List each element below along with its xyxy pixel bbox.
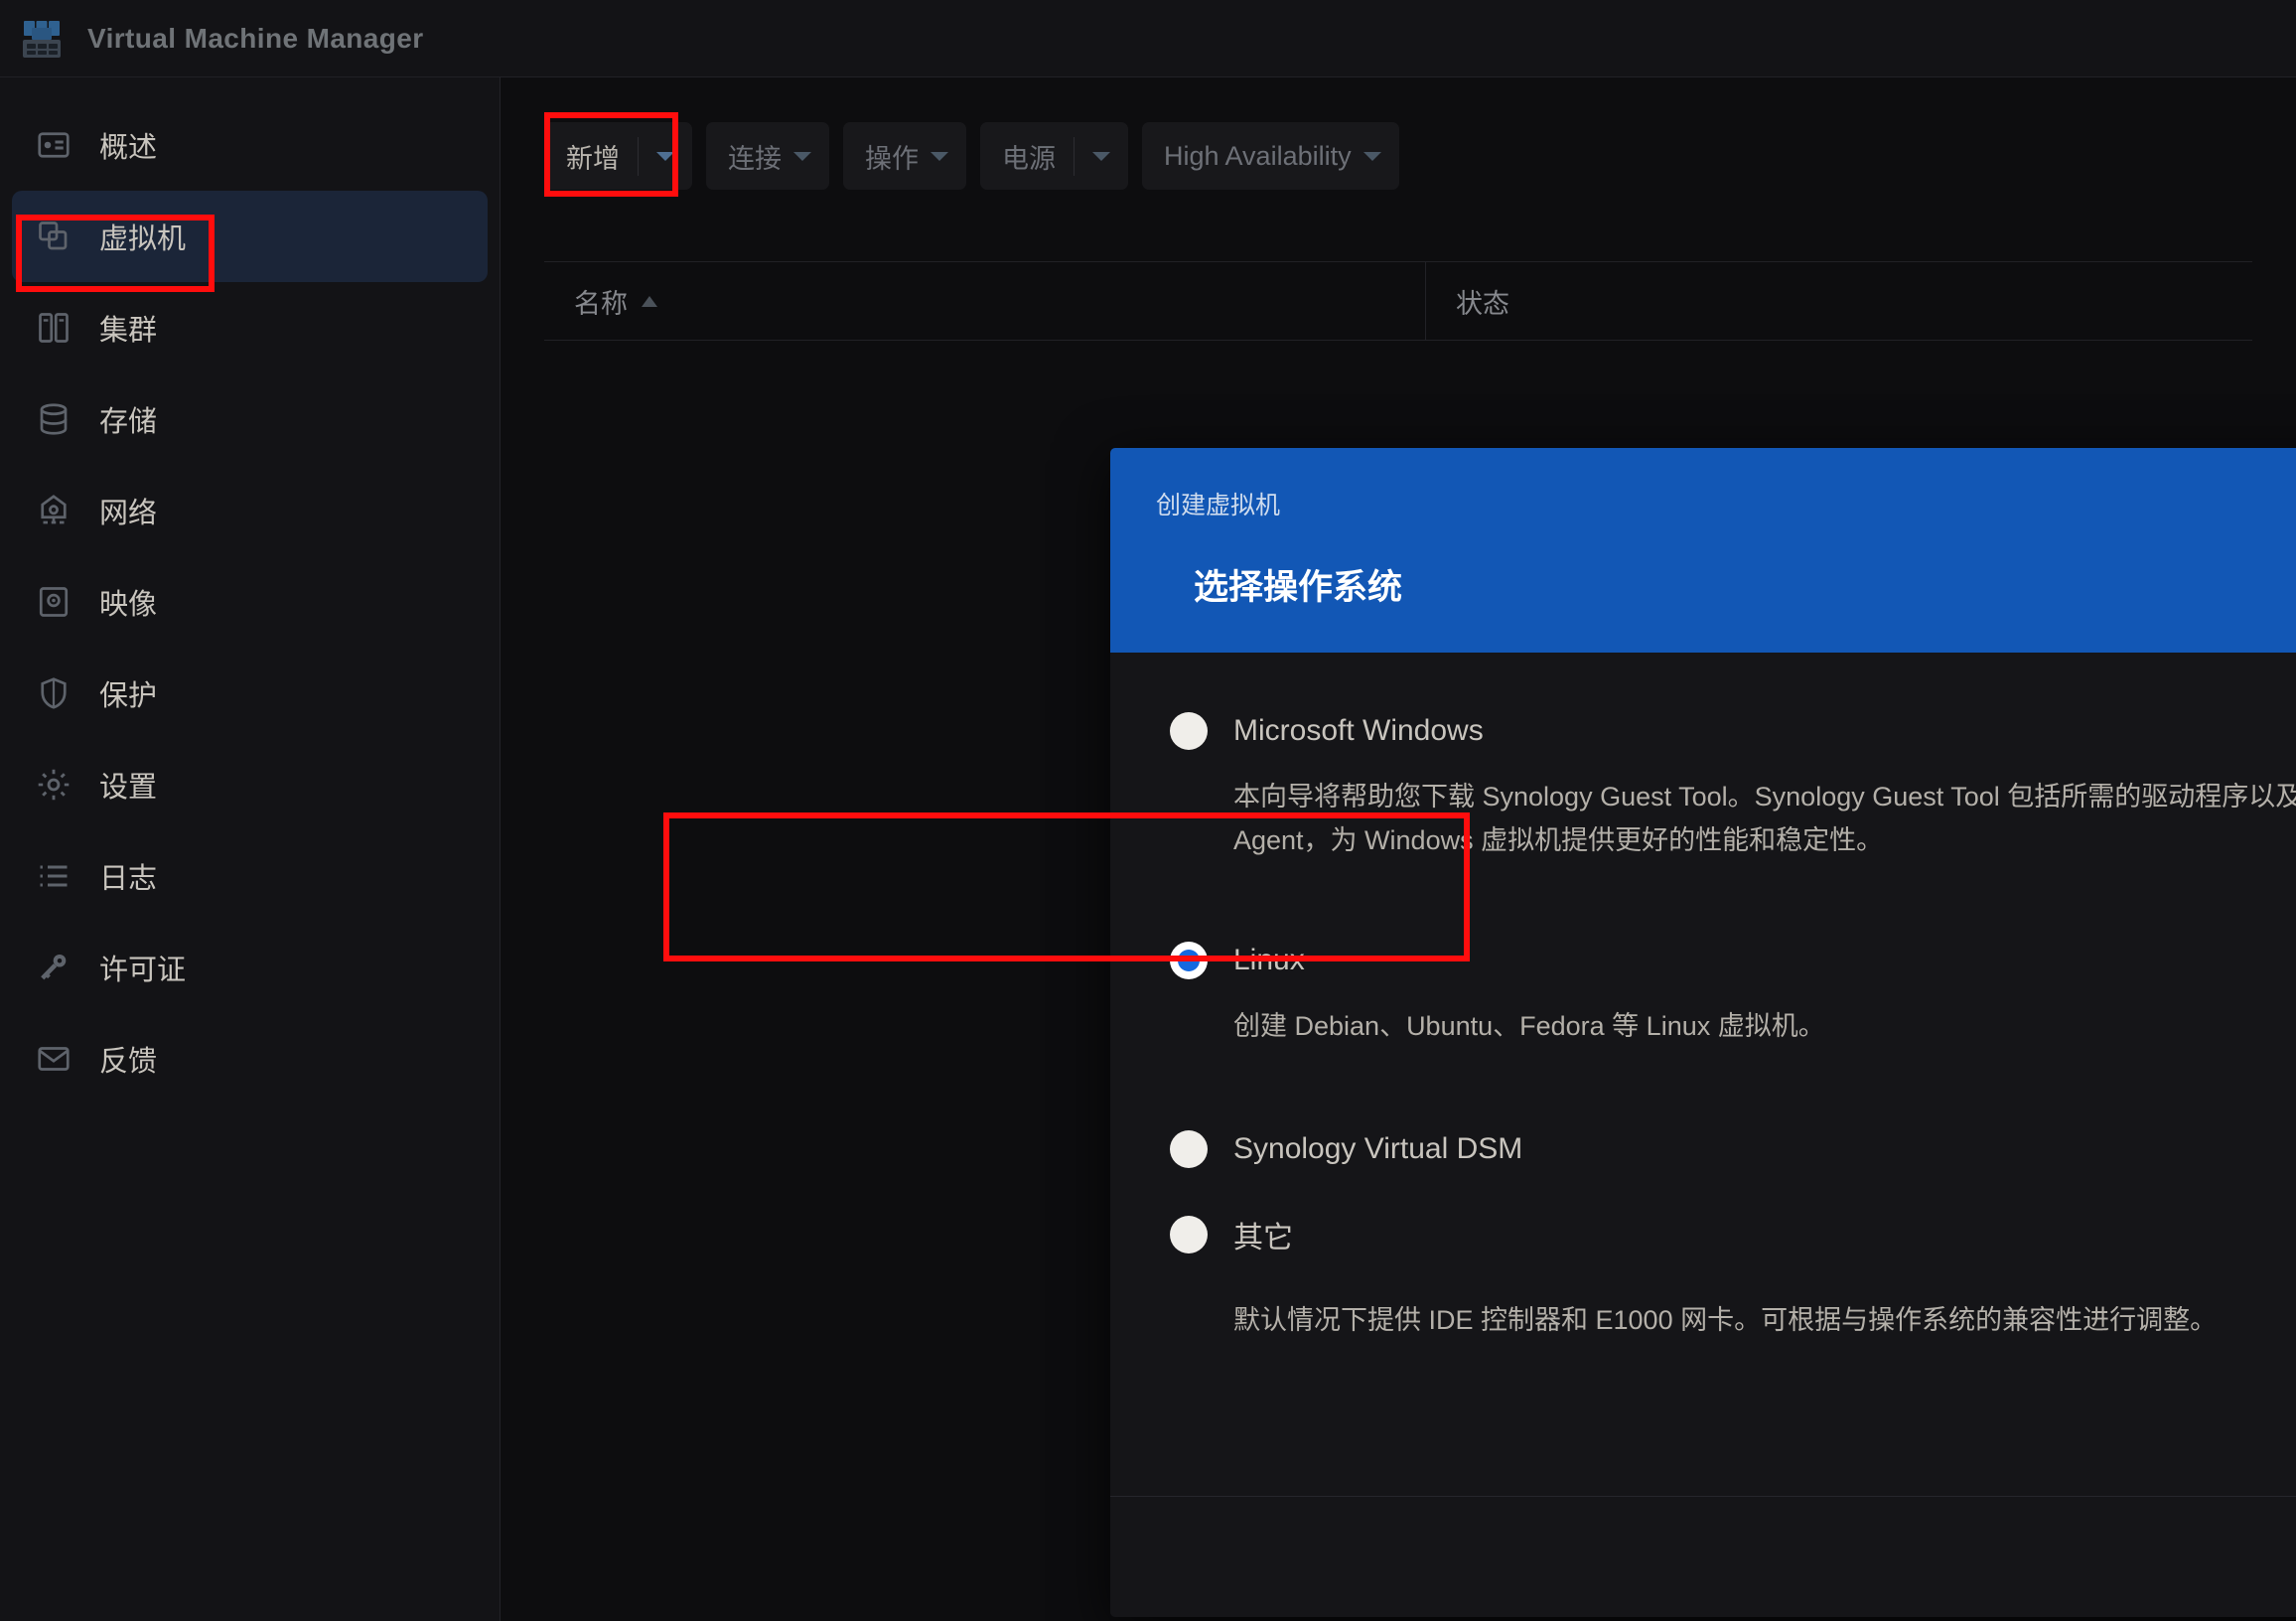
title-bar: Virtual Machine Manager xyxy=(0,0,2296,77)
radio-linux[interactable] xyxy=(1170,942,1208,980)
dialog-option-label: Synology Virtual DSM xyxy=(1233,1132,1523,1166)
sidebar-item-settings[interactable]: 设置 xyxy=(12,739,488,830)
sidebar-item-license[interactable]: 许可证 xyxy=(12,922,488,1013)
log-list-icon xyxy=(34,856,73,896)
dialog-option-linux-row[interactable]: Linux xyxy=(1170,932,2296,989)
dialog-option-description: 默认情况下提供 IDE 控制器和 E1000 网卡。可根据与操作系统的兼容性进行… xyxy=(1233,1305,2218,1336)
table-column-label: 名称 xyxy=(574,288,628,319)
dialog-option-virtual-dsm[interactable]: Synology Virtual DSM xyxy=(1110,1120,2296,1178)
sidebar-item-feedback[interactable]: 反馈 xyxy=(12,1013,488,1105)
app-window: Virtual Machine Manager 概述 虚拟机 集群 存储 网络 … xyxy=(0,0,2296,1621)
sidebar-item-label: 网络 xyxy=(99,498,158,529)
toolbar-button-new[interactable]: 新增 xyxy=(544,122,692,190)
cluster-icon xyxy=(34,308,73,348)
sidebar-item-label: 虚拟机 xyxy=(99,223,187,255)
table-column-name[interactable]: 名称 xyxy=(544,262,1426,340)
sidebar-item-cluster[interactable]: 集群 xyxy=(12,282,488,373)
sidebar-item-virtual-machine[interactable]: 虚拟机 xyxy=(12,191,488,282)
sidebar-item-label: 反馈 xyxy=(99,1046,158,1078)
dialog-option-virtual-dsm-row[interactable]: Synology Virtual DSM xyxy=(1170,1120,2296,1178)
table-column-label: 状态 xyxy=(1456,288,1509,319)
gear-icon xyxy=(34,765,73,805)
toolbar-button-label: 连接 xyxy=(728,143,782,174)
dialog-option-windows-row[interactable]: Microsoft Windows xyxy=(1170,702,2296,760)
server-rack-icon xyxy=(18,15,66,63)
shield-icon xyxy=(34,673,73,713)
table-column-status[interactable]: 状态 xyxy=(1426,262,2252,340)
dialog-option-label: Linux xyxy=(1233,944,1305,977)
dialog-option-other-row[interactable]: 其它 xyxy=(1170,1206,2296,1263)
dialog-option-other[interactable]: 其它 默认情况下提供 IDE 控制器和 E1000 网卡。可根据与操作系统的兼容… xyxy=(1110,1206,2296,1343)
dialog-option-description: 本向导将帮助您下载 Synology Guest Tool。Synology G… xyxy=(1233,782,2296,855)
envelope-icon xyxy=(34,1039,73,1079)
dialog-subtitle: 创建虚拟机 xyxy=(1156,492,1281,519)
storage-icon xyxy=(34,399,73,439)
sidebar-item-image[interactable]: 映像 xyxy=(12,556,488,648)
dialog-option-label: 其它 xyxy=(1233,1222,1293,1255)
radio-other[interactable] xyxy=(1170,1216,1208,1254)
sidebar-item-label: 日志 xyxy=(99,863,158,895)
overview-icon xyxy=(34,125,73,165)
table-header-row: 名称 状态 xyxy=(544,261,2252,341)
dialog-option-linux[interactable]: Linux 创建 Debian、Ubuntu、Fedora 等 Linux 虚拟… xyxy=(1110,910,2296,1075)
chevron-down-icon[interactable] xyxy=(1358,151,1399,161)
chevron-down-icon[interactable] xyxy=(925,151,966,161)
toolbar-button-label: High Availability xyxy=(1164,140,1352,171)
app-title: Virtual Machine Manager xyxy=(87,22,424,54)
sort-ascending-icon xyxy=(642,295,657,307)
sidebar-item-label: 存储 xyxy=(99,406,158,438)
dialog-option-windows[interactable]: Microsoft Windows 本向导将帮助您下载 Synology Gue… xyxy=(1110,702,2296,862)
sidebar-item-protection[interactable]: 保护 xyxy=(12,648,488,739)
chevron-down-icon[interactable] xyxy=(1075,151,1128,161)
sidebar-item-network[interactable]: 网络 xyxy=(12,465,488,556)
image-icon xyxy=(34,582,73,622)
dialog-option-description: 创建 Debian、Ubuntu、Fedora 等 Linux 虚拟机。 xyxy=(1233,1011,1825,1042)
toolbar-button-label: 操作 xyxy=(865,143,919,174)
dialog-title: 选择操作系统 xyxy=(1194,568,1403,607)
radio-virtual-dsm[interactable] xyxy=(1170,1130,1208,1169)
sidebar-item-label: 映像 xyxy=(99,589,158,621)
main-content: 新增 连接 操作 电源 High Availability 名称 状态 创建虚拟… xyxy=(502,77,2296,1621)
sidebar-item-label: 许可证 xyxy=(99,955,187,986)
toolbar: 新增 连接 操作 电源 High Availability xyxy=(544,122,1399,190)
sidebar-item-storage[interactable]: 存储 xyxy=(12,373,488,465)
sidebar: 概述 虚拟机 集群 存储 网络 映像 保护 设置 日志 许可证 反馈 xyxy=(0,77,501,1621)
toolbar-button-connect[interactable]: 连接 xyxy=(706,122,829,190)
sidebar-item-label: 设置 xyxy=(99,772,158,804)
chevron-down-icon[interactable] xyxy=(639,151,692,161)
toolbar-button-power[interactable]: 电源 xyxy=(980,122,1128,190)
sidebar-item-label: 集群 xyxy=(99,315,158,347)
key-icon xyxy=(34,948,73,987)
virtual-machine-icon xyxy=(34,217,73,256)
dialog-body: Microsoft Windows 本向导将帮助您下载 Synology Gue… xyxy=(1110,653,2296,1496)
chevron-down-icon[interactable] xyxy=(788,151,829,161)
toolbar-button-high-availability[interactable]: High Availability xyxy=(1142,122,1399,190)
toolbar-button-label: 电源 xyxy=(980,136,1075,176)
dialog-header: 创建虚拟机 选择操作系统 ✕ xyxy=(1110,448,2296,653)
radio-windows[interactable] xyxy=(1170,712,1208,750)
dialog-footer: 下一步 xyxy=(1110,1496,2296,1617)
sidebar-item-overview[interactable]: 概述 xyxy=(12,99,488,191)
toolbar-button-action[interactable]: 操作 xyxy=(843,122,966,190)
toolbar-button-label: 新增 xyxy=(544,136,639,176)
sidebar-item-label: 保护 xyxy=(99,680,158,712)
dialog-option-label: Microsoft Windows xyxy=(1233,714,1484,747)
network-icon xyxy=(34,491,73,530)
sidebar-item-label: 概述 xyxy=(99,132,158,164)
create-vm-dialog: 创建虚拟机 选择操作系统 ✕ Microsoft Windows 本向导将帮助您… xyxy=(1110,448,2296,1617)
sidebar-item-log[interactable]: 日志 xyxy=(12,830,488,922)
